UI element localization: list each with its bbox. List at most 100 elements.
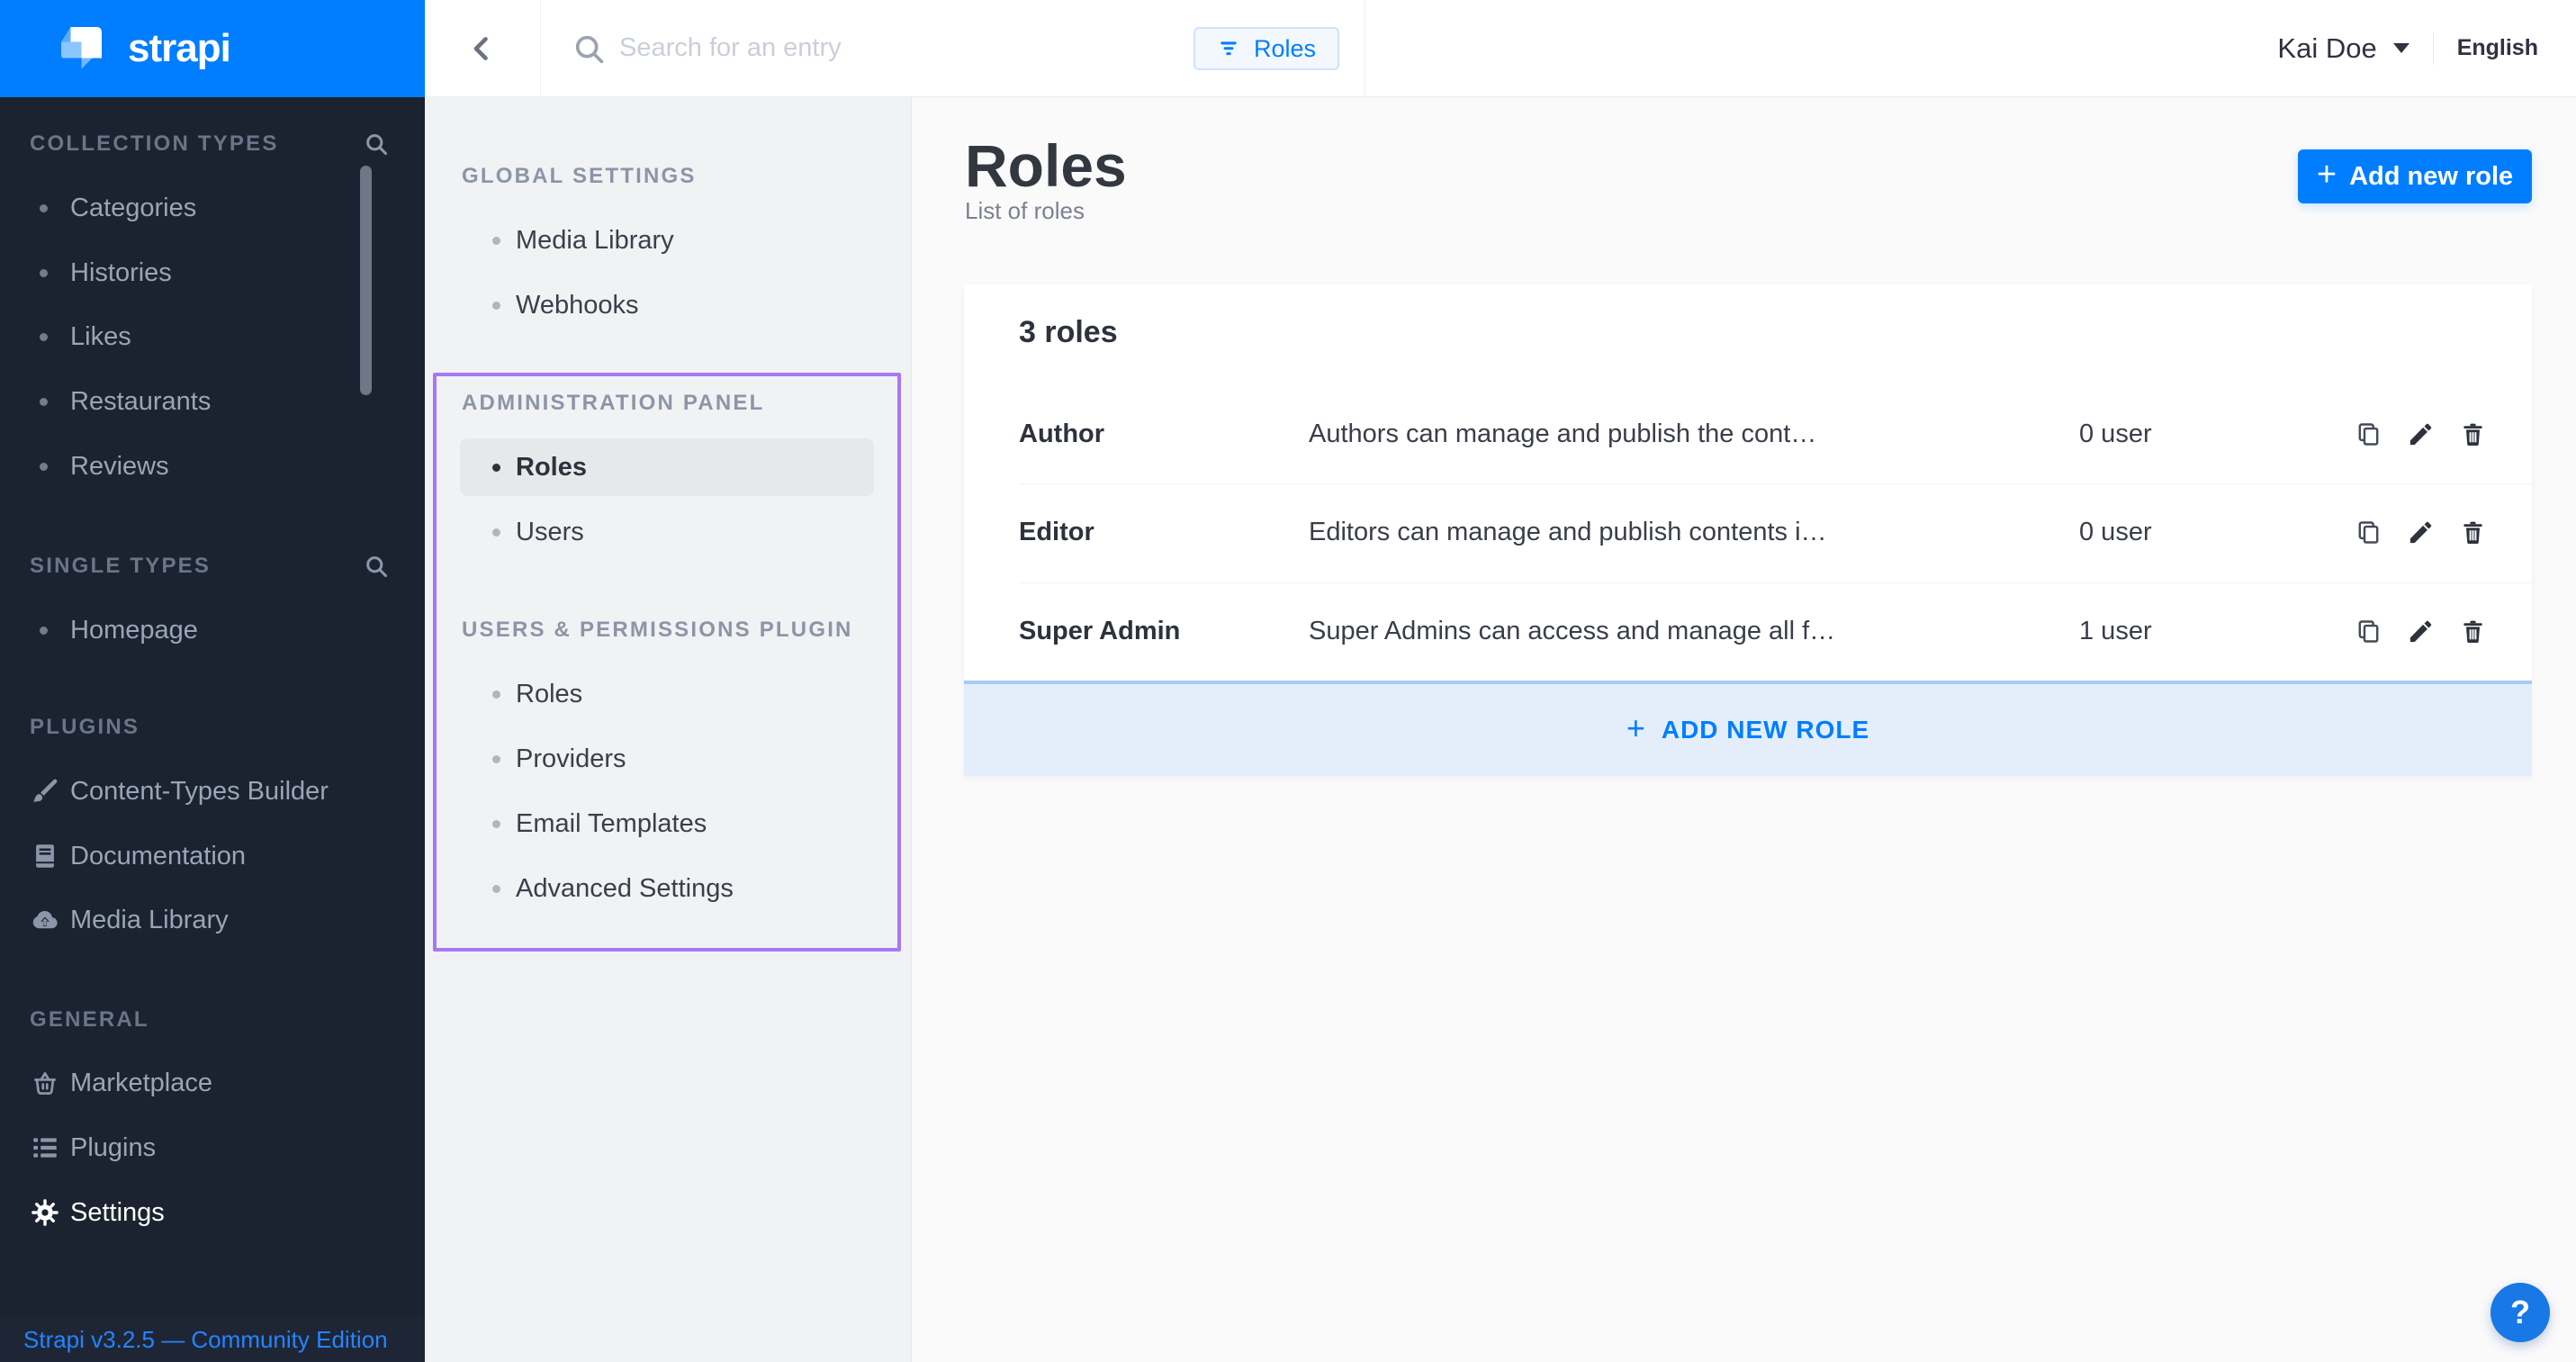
gear-icon <box>30 1197 60 1228</box>
settings-item-email-templates[interactable]: Email Templates <box>425 802 911 845</box>
settings-item-label: Email Templates <box>516 809 707 839</box>
settings-item-up-roles[interactable]: Roles <box>425 672 911 716</box>
plus-icon: + <box>1626 709 1645 747</box>
settings-item-label: Roles <box>516 680 582 709</box>
users-permissions-header: USERS & PERMISSIONS PLUGIN <box>462 610 853 650</box>
search-input[interactable] <box>619 0 1123 96</box>
sidebar-item-settings[interactable]: Settings <box>0 1191 425 1234</box>
settings-item-admin-roles[interactable]: Roles <box>425 446 911 489</box>
list-icon <box>30 1132 60 1163</box>
strapi-logo-icon <box>50 19 110 78</box>
table-row-super-admin[interactable]: Super Admin Super Admins can access and … <box>964 582 2532 681</box>
sidebar-item-label: Reviews <box>70 452 169 482</box>
sidebar-item-label: Plugins <box>70 1133 156 1163</box>
edit-role-button[interactable] <box>2400 611 2440 651</box>
sidebar-item-marketplace[interactable]: Marketplace <box>0 1061 425 1105</box>
settings-item-admin-users[interactable]: Users <box>425 510 911 554</box>
duplicate-role-button[interactable] <box>2348 415 2388 455</box>
bullet-icon <box>40 463 48 471</box>
table-row-author[interactable]: Author Authors can manage and publish th… <box>964 385 2532 483</box>
paintbrush-icon <box>30 776 60 807</box>
duplicate-role-button[interactable] <box>2348 513 2388 553</box>
strapi-logo[interactable]: strapi <box>0 0 425 97</box>
add-new-role-row[interactable]: + ADD NEW ROLE <box>964 681 2532 776</box>
delete-role-button[interactable] <box>2453 611 2492 651</box>
caret-down-icon[interactable] <box>2393 43 2409 53</box>
user-area: Kai Doe English <box>2277 0 2538 96</box>
settings-item-label: Advanced Settings <box>516 874 734 904</box>
edit-role-button[interactable] <box>2400 513 2440 553</box>
cloud-upload-icon <box>30 905 60 935</box>
sidebar-item-media-library[interactable]: Media Library <box>0 898 425 942</box>
search-icon[interactable] <box>364 131 389 157</box>
sidebar-item-homepage[interactable]: Homepage <box>0 609 425 652</box>
page-subtitle: List of roles <box>965 197 1085 225</box>
plugins-header: PLUGINS <box>30 708 389 747</box>
settings-item-advanced-settings[interactable]: Advanced Settings <box>425 867 911 910</box>
copy-icon <box>2355 420 2382 448</box>
bullet-icon <box>492 820 500 828</box>
bullet-icon <box>40 333 48 341</box>
plugins-title: PLUGINS <box>30 715 140 740</box>
divider <box>2433 32 2434 65</box>
edit-pencil-icon <box>2407 420 2435 448</box>
filter-chip-roles[interactable]: Roles <box>1193 27 1339 70</box>
main-sidebar: COLLECTION TYPES Categories Histories Li… <box>0 97 425 1362</box>
bullet-icon <box>492 690 500 699</box>
sidebar-item-label: Marketplace <box>70 1069 212 1098</box>
single-types-title: SINGLE TYPES <box>30 554 211 579</box>
language-selector[interactable]: English <box>2457 35 2538 61</box>
bullet-icon <box>492 464 500 472</box>
page-title: Roles <box>965 135 1127 197</box>
strapi-admin-app: strapi COLLECTION TYPES Categories Histo… <box>0 0 2576 1362</box>
row-actions <box>2348 513 2492 553</box>
back-button[interactable] <box>425 0 541 96</box>
add-new-role-row-label: ADD NEW ROLE <box>1662 716 1869 744</box>
delete-role-button[interactable] <box>2453 415 2492 455</box>
role-description: Super Admins can access and manage all f… <box>1309 617 2079 646</box>
search-icon[interactable] <box>364 554 389 579</box>
settings-item-label: Webhooks <box>516 291 639 320</box>
collection-types-title: COLLECTION TYPES <box>30 131 279 157</box>
sidebar-item-documentation[interactable]: Documentation <box>0 834 425 878</box>
brand-wordmark: strapi <box>128 26 230 71</box>
sidebar-item-plugins[interactable]: Plugins <box>0 1126 425 1169</box>
trash-icon <box>2459 618 2487 645</box>
add-new-role-button[interactable]: + Add new role <box>2298 149 2532 203</box>
sidebar-item-content-types-builder[interactable]: Content-Types Builder <box>0 770 425 813</box>
search-icon <box>572 32 606 66</box>
role-description: Editors can manage and publish contents … <box>1309 518 2079 547</box>
role-name: Super Admin <box>1019 617 1309 646</box>
settings-item-media-library[interactable]: Media Library <box>425 219 911 262</box>
bullet-icon <box>492 885 500 893</box>
plus-icon: + <box>2317 158 2337 192</box>
bullet-icon <box>492 528 500 537</box>
add-new-role-label: Add new role <box>2349 162 2513 192</box>
user-menu[interactable]: Kai Doe <box>2277 32 2376 65</box>
edit-role-button[interactable] <box>2400 415 2440 455</box>
strapi-version-link[interactable]: Strapi v3.2.5 — Community Edition <box>23 1326 388 1354</box>
roles-table-card: 3 roles Author Authors can manage and pu… <box>964 284 2532 681</box>
bullet-icon <box>40 398 48 406</box>
duplicate-role-button[interactable] <box>2348 611 2388 651</box>
sidebar-item-reviews[interactable]: Reviews <box>0 445 425 488</box>
sidebar-item-label: Homepage <box>70 616 198 645</box>
sidebar-item-label: Media Library <box>70 906 229 935</box>
basket-icon <box>30 1068 60 1098</box>
bullet-icon <box>492 302 500 310</box>
settings-item-label: Media Library <box>516 226 674 256</box>
bullet-icon <box>492 237 500 245</box>
help-button[interactable]: ? <box>2490 1283 2550 1342</box>
table-row-editor[interactable]: Editor Editors can manage and publish co… <box>964 483 2532 582</box>
single-types-header: SINGLE TYPES <box>30 546 389 586</box>
settings-item-providers[interactable]: Providers <box>425 737 911 780</box>
general-header: GENERAL <box>30 1000 389 1040</box>
sidebar-item-label: Categories <box>70 194 196 223</box>
sidebar-scrollbar[interactable] <box>360 166 372 395</box>
settings-item-webhooks[interactable]: Webhooks <box>425 284 911 327</box>
role-user-count: 0 user <box>2079 518 2295 547</box>
filter-chip-label: Roles <box>1254 35 1316 63</box>
delete-role-button[interactable] <box>2453 513 2492 553</box>
role-user-count: 1 user <box>2079 617 2295 646</box>
role-description: Authors can manage and publish the cont… <box>1309 419 2079 449</box>
